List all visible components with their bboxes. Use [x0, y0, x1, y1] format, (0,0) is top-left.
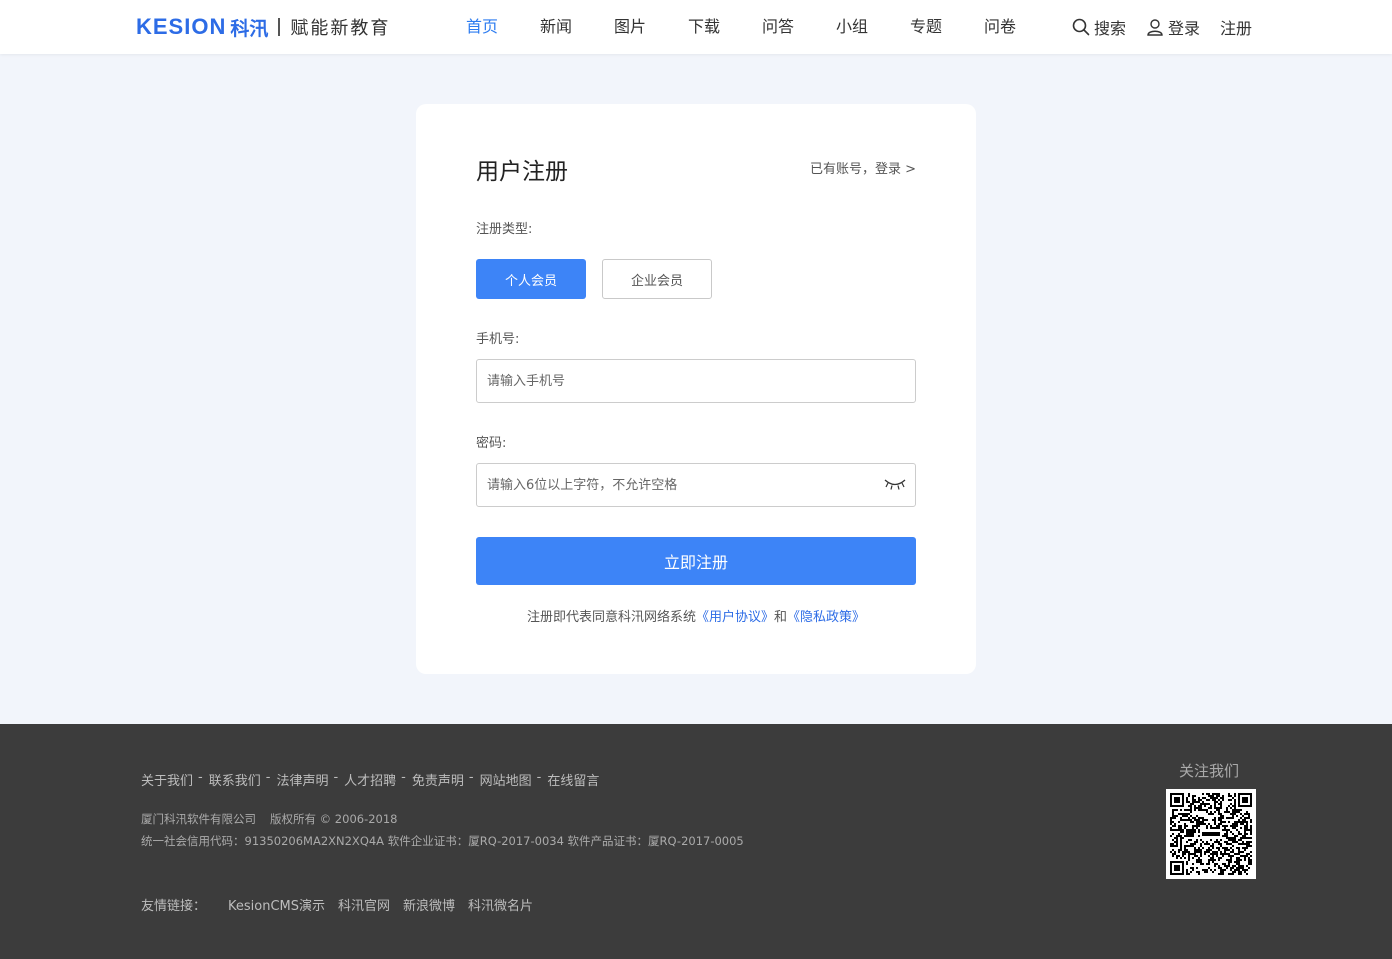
privacy-policy-link[interactable]: 《隐私政策》: [787, 610, 865, 625]
agreement-prefix: 注册即代表同意科汛网络系统: [526, 610, 696, 625]
eye-closed-icon[interactable]: [884, 477, 906, 491]
search-icon: [1072, 18, 1090, 36]
qr-code-icon: [1170, 793, 1252, 875]
page-title: 用户注册: [476, 159, 568, 185]
copyright-line: 厦门科汛软件有限公司 版权所有 © 2006-2018: [141, 811, 398, 827]
logo-slogan: 赋能新教育: [290, 18, 391, 39]
logo-brand: KESION: [136, 14, 227, 39]
register-type-label: 注册类型:: [476, 222, 533, 237]
logo-cn: 科汛: [230, 17, 269, 40]
header-actions: 搜索 登录 注册: [1072, 0, 1252, 54]
agreement-text: 注册即代表同意科汛网络系统《用户协议》和《隐私政策》: [416, 606, 976, 625]
register-submit-button[interactable]: 立即注册: [476, 537, 916, 585]
nav-pictures[interactable]: 图片: [614, 0, 688, 54]
friend-link-weibo[interactable]: 新浪微博: [403, 895, 455, 914]
follow-us-label: 关注我们: [1179, 762, 1240, 780]
register-button[interactable]: 注册: [1220, 15, 1252, 39]
login-label: 登录: [1168, 19, 1201, 38]
password-input[interactable]: [476, 463, 916, 507]
enterprise-member-button[interactable]: 企业会员: [602, 259, 712, 299]
phone-label: 手机号:: [476, 332, 520, 347]
friend-links: 友情链接： KesionCMS演示 科汛官网 新浪微博 科汛微名片: [141, 895, 546, 914]
footer-link-legal[interactable]: 法律声明: [276, 770, 328, 789]
user-agreement-link[interactable]: 《用户协议》: [696, 610, 774, 625]
site-logo[interactable]: KESION 科汛 赋能新教育: [136, 14, 390, 40]
phone-input[interactable]: [476, 359, 916, 403]
nav-qa[interactable]: 问答: [762, 0, 836, 54]
agreement-and: 和: [774, 610, 788, 625]
company-name: 厦门科汛软件有限公司: [141, 812, 256, 826]
main-nav: 首页 新闻 图片 下载 问答 小组 专题 问卷: [466, 0, 1058, 54]
nav-topics[interactable]: 专题: [910, 0, 984, 54]
register-label: 注册: [1220, 19, 1253, 38]
nav-news[interactable]: 新闻: [540, 0, 614, 54]
footer-link-contact[interactable]: 联系我们: [209, 770, 261, 789]
register-card: 用户注册 已有账号，登录 > 注册类型: 个人会员 企业会员 手机号: 密码: …: [416, 104, 976, 674]
friend-link-demo[interactable]: KesionCMS演示: [228, 895, 325, 914]
user-icon: [1147, 19, 1163, 36]
friend-links-label: 友情链接：: [141, 899, 207, 914]
copyright-text: 版权所有 © 2006-2018: [270, 812, 398, 826]
footer-links: 关于我们 - 联系我们 - 法律声明 - 人才招聘 - 免责声明 - 网站地图 - 在线留言: [141, 770, 600, 789]
footer-link-jobs[interactable]: 人才招聘: [344, 770, 396, 789]
logo-divider: [278, 18, 281, 36]
nav-surveys[interactable]: 问卷: [984, 0, 1058, 54]
nav-downloads[interactable]: 下载: [688, 0, 762, 54]
top-header: KESION 科汛 赋能新教育 首页 新闻 图片 下载 问答 小组 专题 问卷 …: [0, 0, 1392, 54]
footer-link-sitemap[interactable]: 网站地图: [480, 770, 532, 789]
login-button[interactable]: 登录: [1146, 15, 1200, 39]
footer-link-disclaimer[interactable]: 免责声明: [412, 770, 464, 789]
personal-member-button[interactable]: 个人会员: [476, 259, 586, 299]
footer-link-about[interactable]: 关于我们: [141, 770, 193, 789]
friend-link-card[interactable]: 科汛微名片: [468, 895, 533, 914]
qr-code-image: [1166, 789, 1256, 879]
existing-account-login-link[interactable]: 已有账号，登录 >: [810, 158, 916, 177]
password-label: 密码:: [476, 436, 507, 451]
site-footer: 关于我们 - 联系我们 - 法律声明 - 人才招聘 - 免责声明 - 网站地图 - 在线留言…: [0, 724, 1392, 959]
search-button[interactable]: 搜索: [1072, 15, 1126, 39]
credit-code-line: 统一社会信用代码：91350206MA2XN2XQ4A 软件企业证书：厦RQ-2…: [141, 834, 744, 848]
friend-link-official[interactable]: 科汛官网: [338, 895, 390, 914]
nav-groups[interactable]: 小组: [836, 0, 910, 54]
nav-home[interactable]: 首页: [466, 0, 540, 54]
search-label: 搜索: [1094, 19, 1127, 38]
footer-link-message[interactable]: 在线留言: [547, 770, 599, 789]
